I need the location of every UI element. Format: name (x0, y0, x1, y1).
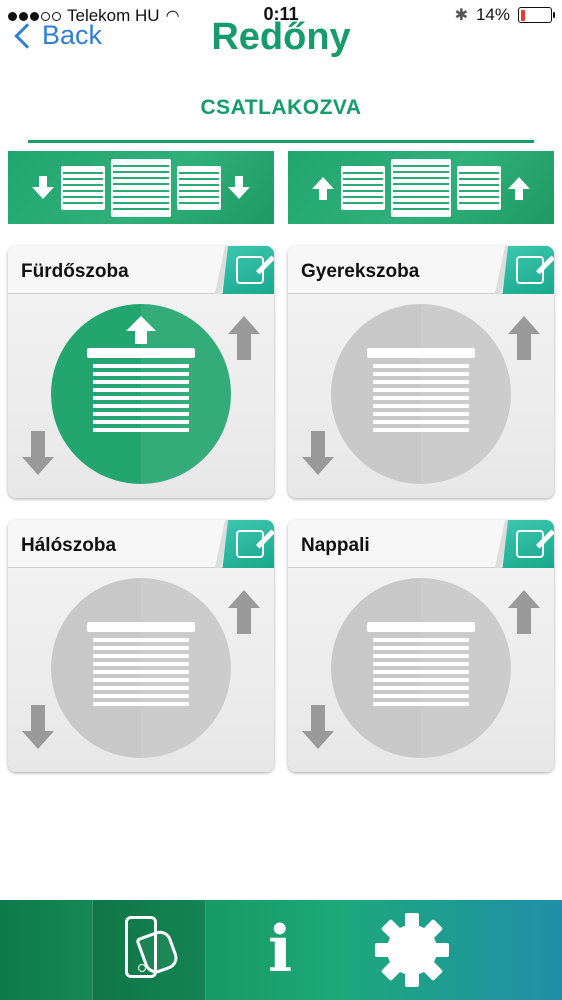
tab-bar: i (0, 900, 562, 1000)
divider (28, 140, 534, 143)
room-card: Nappali (288, 520, 554, 772)
arrow-up-icon (125, 316, 157, 344)
touch-phone-icon (119, 910, 181, 990)
shutter-up-button[interactable] (228, 590, 260, 634)
shutter-icon (457, 165, 501, 210)
room-card-header: Nappali (288, 520, 554, 568)
shutter-icon (87, 622, 195, 710)
all-down-button[interactable] (8, 151, 274, 224)
arrow-down-icon (31, 175, 55, 200)
all-up-button[interactable] (288, 151, 554, 224)
tab-remote-control[interactable] (92, 900, 206, 1000)
arrow-up-icon (507, 176, 531, 200)
shutter-icon (87, 348, 195, 436)
shutter-icon (341, 165, 385, 210)
room-card-header: Gyerekszoba (288, 246, 554, 294)
shutter-up-button[interactable] (228, 316, 260, 360)
room-name: Gyerekszoba (301, 261, 420, 282)
shutter-icon (111, 158, 171, 217)
shutter-toggle-button[interactable] (331, 578, 511, 758)
info-icon: i (267, 912, 293, 987)
shutter-icon (61, 165, 105, 210)
shutter-icon (177, 165, 221, 210)
shutter-down-button[interactable] (22, 431, 54, 475)
shutter-up-button[interactable] (508, 316, 540, 360)
connection-status: CSATLAKOZVA (200, 96, 362, 119)
shutter-toggle-button[interactable] (331, 304, 511, 484)
shutter-icon (391, 158, 451, 217)
shutter-icon (367, 622, 475, 710)
room-card: Fürdőszoba (8, 246, 274, 498)
room-card-header: Hálószoba (8, 520, 274, 568)
shutter-down-button[interactable] (22, 705, 54, 749)
shutter-icon (367, 348, 475, 436)
gear-icon (375, 913, 449, 987)
room-name: Hálószoba (21, 535, 117, 556)
room-card-header: Fürdőszoba (8, 246, 274, 294)
tab-settings[interactable] (360, 900, 464, 1000)
arrow-down-icon (227, 175, 251, 200)
room-name: Nappali (301, 535, 370, 556)
page-title: Redőny (211, 16, 351, 58)
tab-info[interactable]: i (230, 900, 330, 1000)
room-card: Hálószoba (8, 520, 274, 772)
shutter-down-button[interactable] (302, 431, 334, 475)
room-card: Gyerekszoba (288, 246, 554, 498)
shutter-up-button[interactable] (508, 590, 540, 634)
shutter-down-button[interactable] (302, 705, 334, 749)
shutter-toggle-button[interactable] (51, 578, 231, 758)
arrow-up-icon (311, 176, 335, 200)
room-name: Fürdőszoba (21, 261, 129, 282)
